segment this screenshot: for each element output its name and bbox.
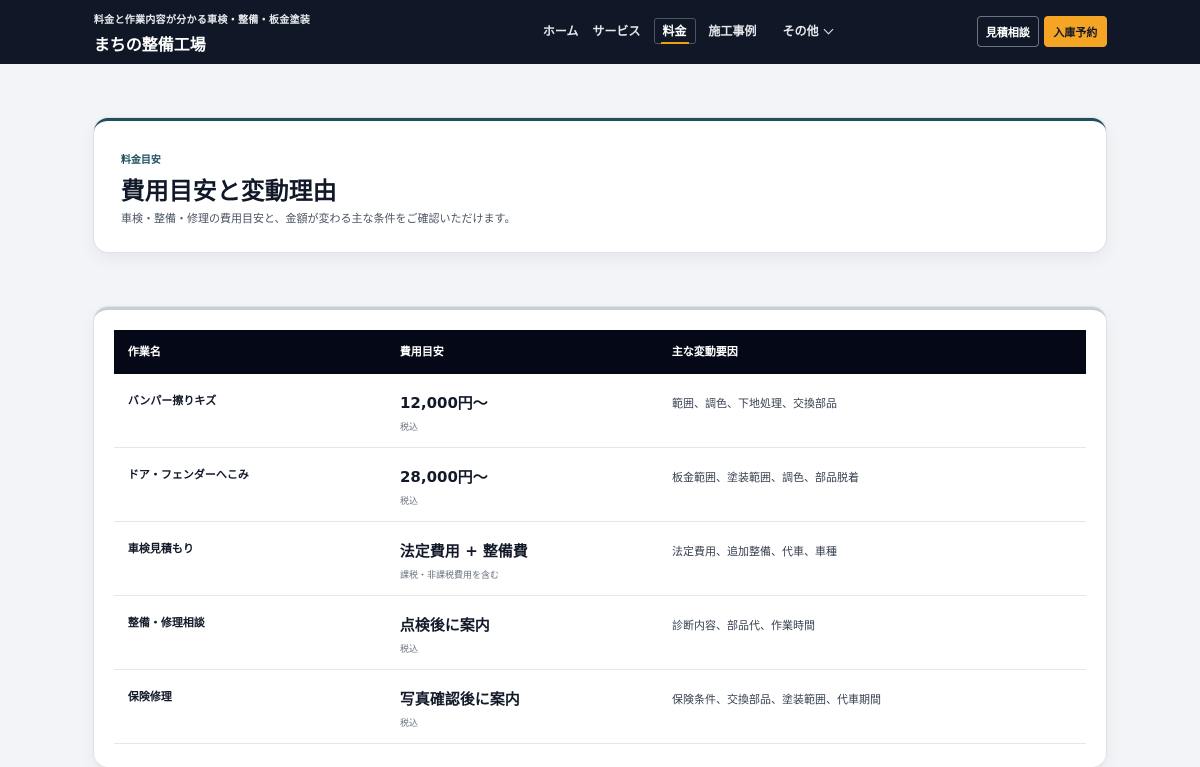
page-description: 車検・整備・修理の費用目安と、金額が変わる主な条件をご確認いただけます。 — [121, 212, 516, 225]
section-eyebrow: 料金目安 — [121, 155, 161, 166]
column-header-task: 作業名 — [128, 345, 161, 358]
reserve-button[interactable]: 入庫予約 — [1044, 16, 1107, 47]
variable-factors: 診断内容、部品代、作業時間 — [672, 619, 815, 632]
nav-pricing-label: 料金 — [662, 24, 687, 38]
site-tagline: 料金と作業内容が分かる車検・整備・板金塗装 — [94, 15, 311, 26]
cost-note: 税込 — [400, 645, 419, 655]
page-title: 費用目安と変動理由 — [121, 177, 337, 205]
consult-button[interactable]: 見積相談 — [977, 16, 1039, 47]
table-row: バンパー擦りキズ 12,000円〜 税込 範囲、調色、下地処理、交換部品 — [114, 374, 1086, 448]
table-row: 車検見積もり 法定費用 + 整備費 課税・非課税費用を含む 法定費用、追加整備、… — [114, 522, 1086, 596]
table-row: 保険修理 写真確認後に案内 税込 保険条件、交換部品、塗装範囲、代車期間 — [114, 670, 1086, 744]
cost-note: 課税・非課税費用を含む — [400, 571, 500, 581]
pricing-table-card: 作業名 費用目安 主な変動要因 バンパー擦りキズ 12,000円〜 税込 範囲、… — [94, 307, 1106, 767]
cost-note: 税込 — [400, 423, 419, 433]
table-header: 作業名 費用目安 主な変動要因 — [114, 330, 1086, 374]
task-name: バンパー擦りキズ — [128, 394, 217, 407]
cost-note: 税込 — [400, 497, 419, 507]
task-name: 車検見積もり — [128, 542, 194, 555]
variable-factors: 範囲、調色、下地処理、交換部品 — [672, 397, 837, 410]
nav-services-label: サービス — [592, 24, 641, 38]
nav-pricing[interactable]: 料金 — [653, 18, 696, 44]
main-nav: ホーム サービス 料金 施工事例 その他 — [536, 18, 839, 44]
table-row: ドア・フェンダーへこみ 28,000円〜 税込 板金範囲、塗装範囲、調色、部品脱… — [114, 448, 1086, 522]
column-header-cost: 費用目安 — [400, 345, 444, 358]
cost-note: 税込 — [400, 719, 419, 729]
cost-estimate: 28,000円〜 — [400, 468, 488, 486]
nav-home[interactable]: ホーム — [536, 18, 586, 44]
nav-home-label: ホーム — [543, 24, 579, 38]
chevron-down-icon — [823, 24, 834, 34]
nav-more[interactable]: その他 — [776, 18, 839, 44]
brand[interactable]: 料金と作業内容が分かる車検・整備・板金塗装 まちの整備工場 — [94, 11, 310, 55]
cost-estimate: 点検後に案内 — [400, 616, 491, 634]
table-row: 整備・修理相談 点検後に案内 税込 診断内容、部品代、作業時間 — [114, 596, 1086, 670]
nav-cases[interactable]: 施工事例 — [702, 18, 764, 44]
nav-cases-label: 施工事例 — [708, 24, 757, 38]
task-name: 整備・修理相談 — [128, 616, 205, 629]
task-name: ドア・フェンダーへこみ — [128, 468, 249, 481]
cost-estimate: 法定費用 + 整備費 — [400, 542, 529, 560]
cost-estimate: 写真確認後に案内 — [400, 690, 521, 708]
cost-estimate: 12,000円〜 — [400, 394, 488, 412]
site-header: 料金と作業内容が分かる車検・整備・板金塗装 まちの整備工場 ホーム サービス 料… — [0, 0, 1200, 64]
variable-factors: 板金範囲、塗装範囲、調色、部品脱着 — [672, 471, 859, 484]
column-header-factors: 主な変動要因 — [672, 345, 738, 358]
task-name: 保険修理 — [128, 690, 172, 703]
variable-factors: 法定費用、追加整備、代車、車種 — [672, 545, 837, 558]
variable-factors: 保険条件、交換部品、塗装範囲、代車期間 — [672, 693, 881, 706]
nav-more-label: その他 — [782, 24, 819, 38]
site-name: まちの整備工場 — [94, 35, 207, 54]
pricing-hero-card: 料金目安 費用目安と変動理由 車検・整備・修理の費用目安と、金額が変わる主な条件… — [94, 118, 1106, 252]
nav-services[interactable]: サービス — [586, 18, 648, 44]
